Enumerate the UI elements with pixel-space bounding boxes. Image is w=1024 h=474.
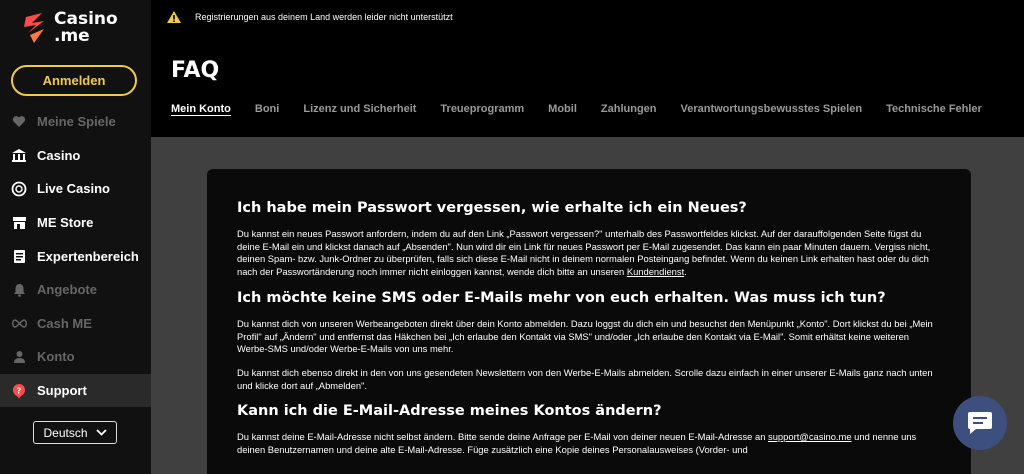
- sidebar-item-label: Angebote: [37, 282, 97, 298]
- sidebar: Casino .me Anmelden Meine Spiele Casino …: [0, 0, 151, 474]
- sidebar-item-angebote[interactable]: Angebote: [0, 273, 151, 307]
- warning-text: Registrierungen aus deinem Land werden l…: [195, 12, 453, 22]
- faq-answer: Du kannst deine E-Mail-Adresse nicht sel…: [237, 431, 917, 456]
- faq-answer: Du kannst dich ebenso direkt in den von …: [237, 366, 933, 391]
- heart-icon: [10, 113, 28, 131]
- sidebar-nav: Meine Spiele Casino Live Casino ME Store…: [0, 105, 151, 408]
- sidebar-item-casino[interactable]: Casino: [0, 139, 151, 173]
- sidebar-item-label: Casino: [37, 147, 81, 163]
- logo-line2: .me: [54, 26, 90, 46]
- support-email-link[interactable]: support@casino.me: [768, 431, 852, 442]
- chat-icon: [968, 412, 992, 434]
- sidebar-item-support[interactable]: ? Support: [0, 373, 151, 408]
- region-warning: Registrierungen aus deinem Land werden l…: [166, 10, 453, 24]
- language-select-value: Deutsch: [43, 425, 88, 440]
- sidebar-item-cash-me[interactable]: Cash ME: [0, 307, 151, 341]
- faq-card: Ich habe mein Passwort vergessen, wie er…: [207, 169, 971, 474]
- logo[interactable]: Casino .me: [22, 11, 118, 45]
- customer-service-link[interactable]: Kundendienst: [627, 266, 684, 277]
- casino-icon: [10, 146, 28, 164]
- sidebar-item-expertenbereich[interactable]: Expertenbereich: [0, 239, 151, 273]
- sidebar-item-live-casino[interactable]: Live Casino: [0, 172, 151, 206]
- tab-treueprogramm[interactable]: Treueprogramm: [440, 103, 524, 115]
- logo-mark-icon: [24, 13, 44, 43]
- tab-technische-fehler[interactable]: Technische Fehler: [886, 103, 982, 115]
- support-icon: ?: [10, 382, 28, 400]
- language-select[interactable]: Deutsch: [33, 421, 117, 444]
- page-title: FAQ: [171, 58, 220, 83]
- sidebar-item-me-store[interactable]: ME Store: [0, 206, 151, 240]
- tab-lizenz-und-sicherheit[interactable]: Lizenz und Sicherheit: [303, 103, 416, 115]
- tab-verantwortungsbewusstes-spielen[interactable]: Verantwortungsbewusstes Spielen: [681, 103, 863, 115]
- chip-icon: [10, 180, 28, 198]
- chevron-down-icon: [95, 429, 107, 436]
- faq-question: Ich habe mein Passwort vergessen, wie er…: [237, 200, 747, 216]
- infinity-icon: [10, 314, 28, 332]
- faq-answer: Du kannst ein neues Passwort anfordern, …: [237, 228, 931, 278]
- tab-zahlungen[interactable]: Zahlungen: [601, 103, 657, 115]
- faq-tabs: Mein Konto Boni Lizenz und Sicherheit Tr…: [171, 103, 1006, 115]
- faq-question: Kann ich die E-Mail-Adresse meines Konto…: [237, 403, 662, 420]
- sidebar-item-label: Support: [37, 383, 87, 399]
- sidebar-item-label: Live Casino: [37, 181, 110, 197]
- sidebar-item-label: Meine Spiele: [37, 114, 116, 130]
- user-icon: [10, 348, 28, 366]
- faq-answer: Du kannst dich von unseren Werbeangebote…: [237, 317, 933, 355]
- login-button[interactable]: Anmelden: [11, 65, 137, 96]
- faq-question: Ich möchte keine SMS oder E-Mails mehr v…: [237, 289, 886, 306]
- sidebar-item-label: Expertenbereich: [37, 248, 139, 264]
- bell-icon: [10, 281, 28, 299]
- warning-icon: [167, 11, 181, 23]
- sidebar-item-konto[interactable]: Konto: [0, 340, 151, 374]
- store-icon: [10, 214, 28, 232]
- chat-button[interactable]: [953, 396, 1007, 450]
- sidebar-item-label: ME Store: [37, 215, 94, 231]
- sidebar-item-meine-spiele[interactable]: Meine Spiele: [0, 105, 151, 139]
- document-icon: [10, 247, 28, 265]
- tab-mein-konto[interactable]: Mein Konto: [171, 103, 231, 115]
- tab-boni[interactable]: Boni: [255, 103, 279, 115]
- sidebar-item-label: Cash ME: [37, 315, 92, 331]
- svg-text:?: ?: [17, 386, 22, 395]
- sidebar-item-label: Konto: [37, 349, 75, 365]
- tab-mobil[interactable]: Mobil: [548, 103, 577, 115]
